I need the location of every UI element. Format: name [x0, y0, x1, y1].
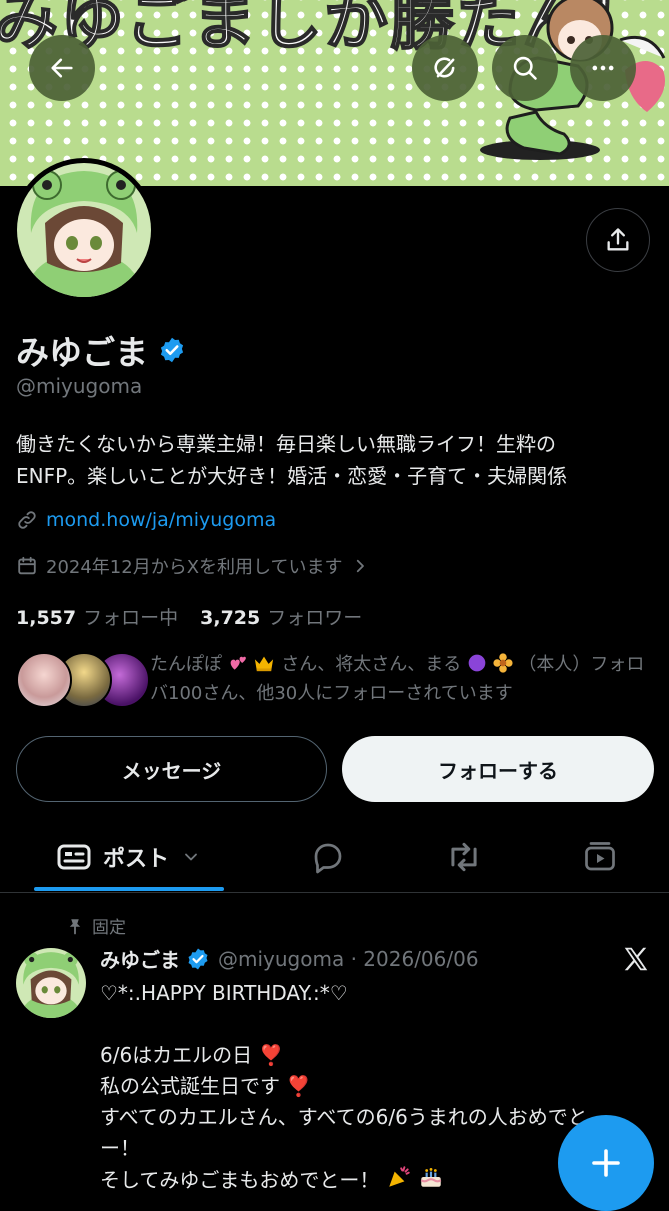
post-author-avatar[interactable]	[16, 948, 86, 1018]
mutuals-text-part: たんぽぽ	[150, 654, 222, 675]
profile-banner[interactable]: みゆごましか勝たん！	[0, 0, 669, 186]
profile-website-link[interactable]: mond.how/ja/miyugoma	[46, 509, 276, 531]
post-blank-line	[100, 1009, 660, 1040]
following-count: 1,557	[16, 607, 77, 629]
profile-avatar[interactable]	[12, 158, 156, 302]
more-button[interactable]	[570, 35, 636, 101]
post-line: 私の公式誕生日です ❣️	[100, 1074, 312, 1098]
media-icon	[585, 842, 615, 871]
compose-post-button[interactable]	[558, 1115, 654, 1211]
avatar	[16, 652, 72, 708]
message-button[interactable]: メッセージ	[16, 736, 327, 802]
tab-posts[interactable]: ポスト	[34, 822, 224, 892]
tab-media[interactable]	[562, 822, 638, 892]
plus-icon	[592, 1149, 620, 1177]
bio-line: ENFP。楽しいことが大好き！婚活・恋愛・子育て・夫婦関係	[16, 464, 568, 488]
joined-date-text: 2024年12月からXを利用しています	[46, 557, 343, 578]
chevron-down-icon	[185, 853, 197, 861]
grok-button[interactable]	[412, 35, 478, 101]
crown-icon	[255, 656, 274, 672]
post-line: 6/6はカエルの日 ❣️	[100, 1043, 284, 1067]
reposts-icon	[451, 842, 477, 872]
post-line: ♡*:.HAPPY BIRTHDAY.:*♡	[100, 981, 348, 1005]
banner-illustration	[480, 0, 666, 160]
profile-link-row: mond.how/ja/miyugoma	[16, 509, 276, 531]
bio-line: 働きたくないから専業主婦！毎日楽しい無職ライフ！生粋の	[16, 432, 556, 456]
mutuals-text-part: バ100さん、他30人にフォローされています	[150, 683, 513, 704]
pinned-indicator: 固定	[66, 913, 126, 938]
pinned-label: 固定	[92, 918, 126, 938]
chevron-right-icon	[356, 559, 364, 573]
followers-stat[interactable]: 3,725 フォロワー	[200, 603, 362, 630]
more-icon	[592, 65, 614, 71]
search-icon	[513, 56, 537, 80]
follow-stats: 1,557 フォロー中 3,725 フォロワー	[16, 603, 362, 630]
active-tab-indicator	[34, 887, 224, 891]
followers-count: 3,725	[200, 607, 261, 629]
link-icon	[18, 511, 36, 529]
post-line: そしてみゆごまもおめでとー！	[100, 1168, 380, 1192]
display-name-text: みゆごま	[16, 333, 148, 372]
verified-badge-icon	[188, 948, 208, 969]
post-header: みゆごま @miyugoma · 2026/06/06	[100, 944, 479, 973]
display-name: みゆごま	[16, 326, 186, 374]
calendar-icon	[18, 556, 36, 575]
profile-handle: @miyugoma	[16, 374, 143, 398]
joined-date-row[interactable]: 2024年12月からXを利用しています	[16, 553, 369, 579]
following-stat[interactable]: 1,557 フォロー中	[16, 603, 178, 630]
share-icon	[607, 228, 629, 251]
profile-tabs: ポスト	[0, 822, 669, 893]
mutual-followers-text[interactable]: たんぽぽ さん、将太さん、まる （本人）フォロ バ100さん、他30人にフォロー…	[150, 650, 660, 708]
tab-reposts[interactable]	[426, 822, 502, 892]
mutuals-text-part: （本人）フォロ	[518, 654, 645, 675]
tab-posts-label: ポスト	[102, 847, 169, 872]
post-handle-date: @miyugoma · 2026/06/06	[218, 946, 479, 971]
follow-button[interactable]: フォローする	[342, 736, 654, 802]
search-button[interactable]	[492, 35, 558, 101]
tab-replies[interactable]	[290, 822, 366, 892]
x-logo-icon[interactable]	[620, 944, 652, 974]
post-author-name[interactable]: みゆごま	[100, 944, 180, 973]
flower-icon	[493, 653, 513, 673]
arrow-left-icon	[51, 58, 73, 78]
verified-badge-icon[interactable]	[158, 336, 186, 364]
share-button[interactable]	[586, 208, 650, 272]
posts-icon	[57, 844, 91, 870]
birthday-cake-icon	[420, 1168, 442, 1187]
back-button[interactable]	[29, 35, 95, 101]
purple-circle-icon	[468, 654, 486, 672]
grok-icon	[434, 57, 455, 78]
mutuals-text-part: さん、将太さん、まる	[281, 654, 462, 675]
followers-label: フォロワー	[267, 607, 363, 629]
profile-bio: 働きたくないから専業主婦！毎日楽しい無職ライフ！生粋の ENFP。楽しいことが大…	[16, 428, 656, 492]
replies-icon	[314, 843, 342, 874]
following-label: フォロー中	[83, 607, 179, 629]
pin-icon	[69, 918, 81, 934]
avatar-image	[17, 163, 151, 297]
party-popper-icon	[389, 1166, 410, 1187]
two-hearts-icon	[230, 656, 246, 670]
